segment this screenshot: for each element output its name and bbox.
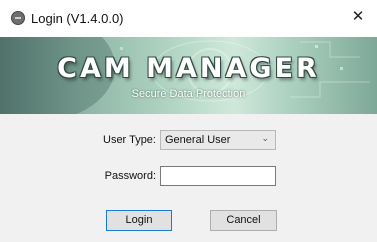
- login-dialog: Login (V1.4.0.0) ✕ CAM MANAGER Secure Da…: [0, 0, 377, 242]
- login-button[interactable]: Login: [106, 210, 172, 231]
- password-label: Password:: [104, 170, 156, 182]
- banner-title: CAM MANAGER: [57, 53, 320, 84]
- password-field[interactable]: [160, 166, 276, 186]
- close-icon[interactable]: ✕: [347, 6, 369, 28]
- chevron-down-icon: ⌄: [261, 133, 269, 143]
- user-type-select[interactable]: General User ⌄: [160, 130, 276, 150]
- title-bar[interactable]: Login (V1.4.0.0) ✕: [0, 0, 377, 37]
- app-icon: [11, 11, 25, 25]
- banner-image: CAM MANAGER Secure Data Protection: [0, 37, 377, 114]
- user-type-value: General User: [165, 134, 231, 146]
- cancel-button[interactable]: Cancel: [210, 210, 277, 231]
- user-type-label: User Type:: [103, 134, 156, 146]
- banner-subtitle: Secure Data Protection: [131, 88, 246, 100]
- window-title: Login (V1.4.0.0): [31, 11, 124, 26]
